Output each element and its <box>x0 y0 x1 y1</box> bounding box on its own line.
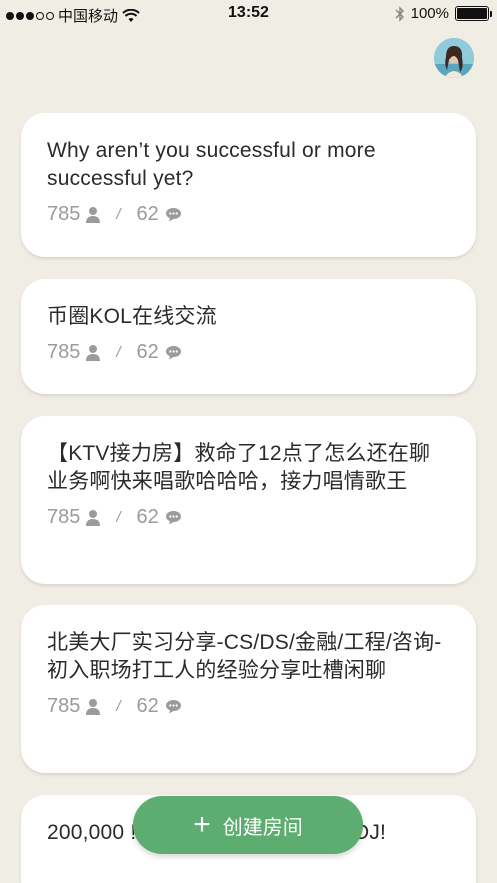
chat-bubble-icon <box>165 345 182 360</box>
person-icon <box>86 206 101 223</box>
message-count: 62 <box>136 203 159 225</box>
room-card[interactable]: 北美大厂实习分享-CS/DS/金融/工程/咨询-初入职场打工人的经验分享吐槽闲聊… <box>21 605 476 773</box>
room-title: 币圈KOL在线交流 <box>47 305 217 328</box>
room-title: 北美大厂实习分享-CS/DS/金融/工程/咨询-初入职场打工人的经验分享吐槽闲聊 <box>47 631 442 682</box>
listener-count: 785 <box>47 203 81 225</box>
room-card[interactable]: 【KTV接力房】救命了12点了怎么还在聊业务啊快来唱歌哈哈哈，接力唱情歌王 78… <box>21 416 476 584</box>
room-title: Why aren’t you successful or more succes… <box>47 139 376 190</box>
listener-count: 785 <box>47 695 81 717</box>
user-avatar[interactable] <box>434 38 474 78</box>
chat-bubble-icon <box>165 699 182 714</box>
meta-separator: / <box>116 698 121 715</box>
meta-separator: / <box>116 344 121 361</box>
room-card[interactable]: Why aren’t you successful or more succes… <box>21 113 476 257</box>
create-room-button[interactable]: + 创建房间 <box>133 796 363 854</box>
chat-bubble-icon <box>165 510 182 525</box>
meta-separator: / <box>116 206 121 223</box>
create-room-label: 创建房间 <box>222 816 303 839</box>
room-title: 【KTV接力房】救命了12点了怎么还在聊业务啊快来唱歌哈哈哈，接力唱情歌王 <box>47 442 431 493</box>
status-bar: 中国移动 13:52 100% <box>0 0 497 28</box>
message-count: 62 <box>136 341 159 363</box>
listener-count: 785 <box>47 341 81 363</box>
room-meta: 785 / 62 <box>47 203 450 226</box>
message-count: 62 <box>136 695 159 717</box>
room-meta: 785 / 62 <box>47 695 450 718</box>
battery-icon <box>455 6 492 21</box>
meta-separator: / <box>116 509 121 526</box>
listener-count: 785 <box>47 506 81 528</box>
avatar-image <box>434 38 474 78</box>
person-icon <box>86 509 101 526</box>
chat-bubble-icon <box>165 207 182 222</box>
room-meta: 785 / 62 <box>47 506 450 529</box>
battery-percent: 100% <box>410 5 449 22</box>
status-right: 100% <box>395 5 492 22</box>
bluetooth-icon <box>395 5 404 22</box>
room-list-screen: 中国移动 13:52 100% Why aren’t you successfu… <box>0 0 497 883</box>
message-count: 62 <box>136 506 159 528</box>
room-card[interactable]: 币圈KOL在线交流 785 / 62 <box>21 279 476 394</box>
person-icon <box>86 698 101 715</box>
room-meta: 785 / 62 <box>47 341 450 364</box>
person-icon <box>86 344 101 361</box>
plus-icon: + <box>193 808 211 841</box>
